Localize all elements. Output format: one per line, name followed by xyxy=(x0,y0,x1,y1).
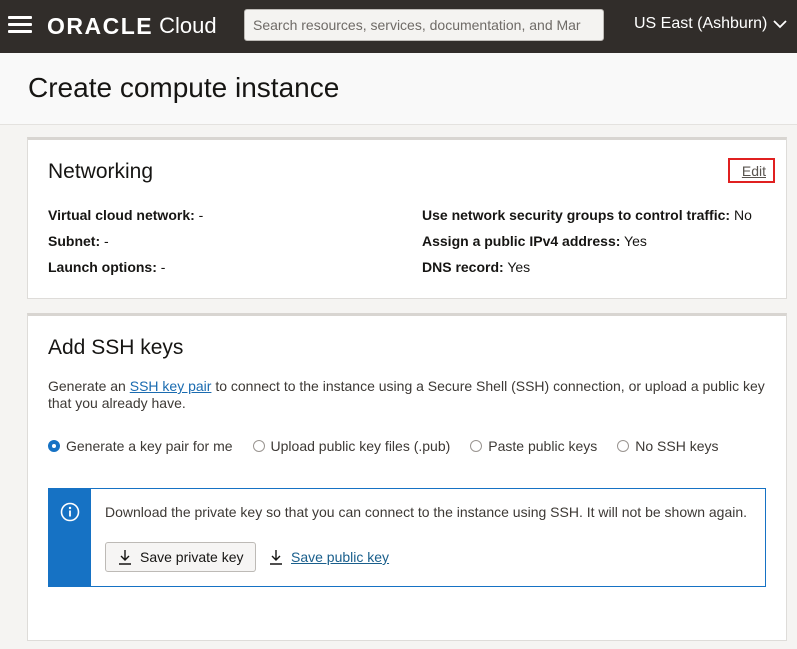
info-text: Download the private key so that you can… xyxy=(105,504,748,520)
download-icon xyxy=(270,550,282,565)
ssh-key-pair-link[interactable]: SSH key pair xyxy=(130,378,212,394)
field-value: Yes xyxy=(624,233,647,249)
save-private-key-button[interactable]: Save private key xyxy=(105,542,256,572)
radio-label: No SSH keys xyxy=(635,438,719,454)
hamburger-icon[interactable] xyxy=(8,16,32,36)
radio-label: Paste public keys xyxy=(488,438,598,454)
chevron-down-icon xyxy=(773,19,788,28)
radio-unchecked-icon xyxy=(252,440,265,452)
radio-no-ssh-keys[interactable]: No SSH keys xyxy=(617,438,719,454)
radio-unchecked-icon xyxy=(617,440,630,452)
field-label: Assign a public IPv4 address: xyxy=(422,233,621,249)
subnet-field: Subnet: - xyxy=(48,233,109,249)
dns-record-field: DNS record: Yes xyxy=(422,259,530,275)
nsg-field: Use network security groups to control t… xyxy=(422,207,752,223)
info-message: Download the private key so that you can… xyxy=(48,488,766,587)
networking-section: Networking Edit Virtual cloud network: -… xyxy=(27,137,787,299)
link-label: Save public key xyxy=(291,549,390,565)
ssh-description: Generate an SSH key pair to connect to t… xyxy=(48,378,768,412)
radio-label: Upload public key files (.pub) xyxy=(270,438,451,454)
field-label: Subnet: xyxy=(48,233,101,249)
field-label: DNS record: xyxy=(422,259,504,275)
info-icon xyxy=(60,502,80,522)
oracle-cloud-logo[interactable]: ORACLE Cloud xyxy=(47,12,217,40)
page-title: Create compute instance xyxy=(28,72,340,103)
region-selector[interactable]: US East (Ashburn) xyxy=(634,15,788,33)
vcn-field: Virtual cloud network: - xyxy=(48,207,203,223)
public-ip-field: Assign a public IPv4 address: Yes xyxy=(422,233,647,249)
field-label: Virtual cloud network: xyxy=(48,207,195,223)
radio-paste-public-keys[interactable]: Paste public keys xyxy=(470,438,597,454)
button-label: Save private key xyxy=(140,549,244,565)
field-label: Use network security groups to control t… xyxy=(422,207,731,223)
download-icon xyxy=(119,550,131,565)
edit-networking-link[interactable]: Edit xyxy=(727,158,775,183)
page-header: Create compute instance xyxy=(0,53,797,125)
ssh-option-group: Generate a key pair for me Upload public… xyxy=(48,438,739,454)
field-value: - xyxy=(160,259,166,275)
radio-upload-public-key[interactable]: Upload public key files (.pub) xyxy=(252,438,451,454)
region-label: US East (Ashburn) xyxy=(634,15,768,32)
radio-checked-icon xyxy=(48,440,60,452)
ssh-title: Add SSH keys xyxy=(48,336,184,359)
ssh-keys-section: Add SSH keys Generate an SSH key pair to… xyxy=(27,313,787,641)
launch-options-field: Launch options: - xyxy=(48,259,165,275)
desc-text: Generate an xyxy=(48,378,130,394)
search-input[interactable] xyxy=(244,9,604,41)
brand-oracle: ORACLE xyxy=(47,12,154,39)
save-public-key-link[interactable]: Save public key xyxy=(269,549,389,565)
field-value: - xyxy=(198,207,204,223)
networking-title: Networking xyxy=(48,160,154,183)
radio-generate-key-pair[interactable]: Generate a key pair for me xyxy=(48,438,233,454)
top-bar: ORACLE Cloud US East (Ashburn) xyxy=(0,0,797,53)
field-value: - xyxy=(104,233,109,249)
field-value: No xyxy=(733,207,752,223)
info-strip xyxy=(49,489,91,586)
radio-unchecked-icon xyxy=(470,440,483,452)
brand-cloud: Cloud xyxy=(159,13,217,38)
radio-label: Generate a key pair for me xyxy=(66,438,233,454)
field-value: Yes xyxy=(507,259,531,275)
field-label: Launch options: xyxy=(48,259,157,275)
